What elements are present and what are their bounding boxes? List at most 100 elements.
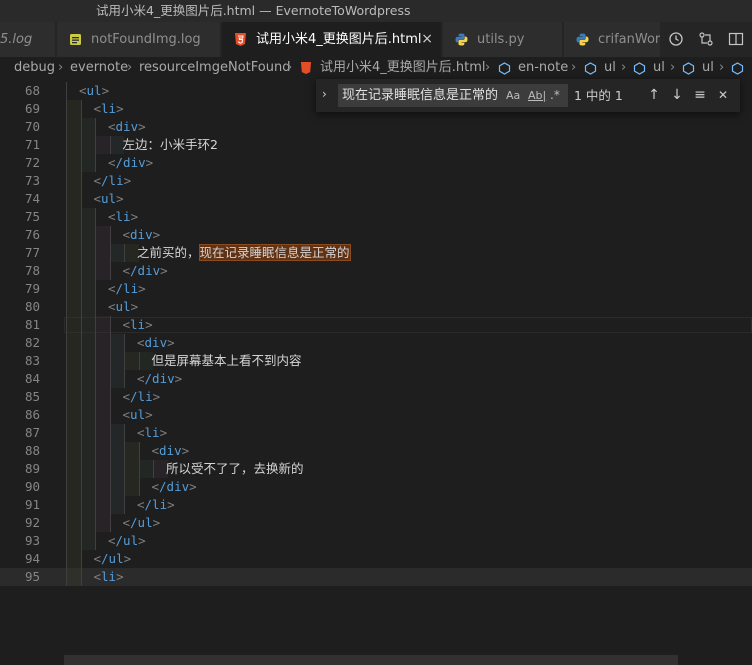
- code-line[interactable]: 77 之前买的，现在记录睡眠信息是正常的: [0, 244, 752, 262]
- code-line[interactable]: 74 <ul>: [0, 190, 752, 208]
- find-in-selection-icon[interactable]: ≡: [692, 86, 708, 104]
- code-line[interactable]: 75 <li>: [0, 208, 752, 226]
- code-content: <div>: [123, 226, 161, 244]
- indent-band: [125, 478, 139, 496]
- code-line[interactable]: 91 </li>: [0, 496, 752, 514]
- indent-band: [110, 352, 124, 370]
- code-line[interactable]: 85 </li>: [0, 388, 752, 406]
- tab-utils-py[interactable]: utils.py: [443, 22, 563, 57]
- find-input[interactable]: 现在记录睡眠信息是正常的 Aa Ab| .*: [338, 84, 568, 107]
- code-line[interactable]: 70 <div>: [0, 118, 752, 136]
- indent-band: [67, 316, 81, 334]
- indent-band: [67, 208, 81, 226]
- tag-bracket: >: [130, 209, 139, 224]
- indent-band: [67, 172, 81, 190]
- tab-5-log[interactable]: 5.log: [0, 22, 56, 57]
- breadcrumb-item-ul[interactable]: ul: [653, 57, 665, 79]
- tab-notfoundimg-log[interactable]: notFoundImg.log: [57, 22, 221, 57]
- line-number: 92: [24, 515, 40, 530]
- indent-guide: [80, 100, 82, 118]
- indent-band: [96, 460, 110, 478]
- title-bar: 试用小米4_更换图片后.html — EvernoteToWordpress: [0, 0, 752, 22]
- code-line[interactable]: 76 <div>: [0, 226, 752, 244]
- toggle-replace-icon[interactable]: ›: [322, 87, 327, 101]
- indent-band: [81, 118, 95, 136]
- tab-crifanword[interactable]: crifanWord: [564, 22, 674, 57]
- code-line[interactable]: 81 <li>: [0, 316, 752, 334]
- code-line[interactable]: 83 但是屏幕基本上看不到内容: [0, 352, 752, 370]
- breadcrumb-item-file[interactable]: 试用小米4_更换图片后.html: [320, 57, 486, 79]
- breadcrumb-item-folder[interactable]: resourceImgeNotFound: [139, 57, 290, 79]
- line-number: 77: [24, 245, 40, 260]
- code-line[interactable]: 73 </li>: [0, 172, 752, 190]
- code-content: <ul>: [94, 190, 124, 208]
- breadcrumb-item-ul[interactable]: ul: [702, 57, 714, 79]
- tag-bracket: <: [93, 551, 102, 566]
- compare-changes-icon[interactable]: [698, 31, 714, 47]
- breadcrumb-item-evernote[interactable]: evernote: [70, 57, 128, 79]
- tag-bracket: <: [79, 83, 87, 98]
- code-line[interactable]: 80 <ul>: [0, 298, 752, 316]
- indent-band: [96, 262, 110, 280]
- tag-bracket: >: [145, 155, 154, 170]
- line-number: 90: [24, 479, 40, 494]
- tag-bracket: <: [108, 119, 116, 134]
- html-tag-name: /div: [115, 155, 146, 170]
- whole-word-icon[interactable]: Ab|: [528, 84, 546, 107]
- close-find-icon[interactable]: ✕: [715, 86, 731, 104]
- indent-band: [67, 334, 81, 352]
- code-line[interactable]: 72 </div>: [0, 154, 752, 172]
- code-line[interactable]: 84 </div>: [0, 370, 752, 388]
- indent-band: [67, 118, 81, 136]
- tag-bracket: >: [152, 515, 161, 530]
- match-case-icon[interactable]: Aa: [506, 84, 520, 107]
- html-tag-name: div: [115, 119, 139, 134]
- line-number: 93: [24, 533, 40, 548]
- code-line[interactable]: 90 </div>: [0, 478, 752, 496]
- code-line[interactable]: 82 <div>: [0, 334, 752, 352]
- indent-guide: [80, 190, 82, 208]
- close-tab-icon[interactable]: ×: [421, 22, 433, 57]
- breadcrumb-item-ul[interactable]: ul: [604, 57, 616, 79]
- history-icon[interactable]: [668, 31, 684, 47]
- code-line[interactable]: 86 <ul>: [0, 406, 752, 424]
- regex-icon[interactable]: .*: [550, 84, 560, 107]
- code-content: <li>: [94, 568, 124, 586]
- code-editor[interactable]: 68 <ul> 69 <li> 70 <div> 71 左边：小米手环2 72 </div> 73 <…: [0, 82, 752, 665]
- code-line[interactable]: 94 </ul>: [0, 550, 752, 568]
- breadcrumb-item-debug[interactable]: debug: [14, 57, 55, 79]
- tag-bracket: >: [116, 569, 124, 584]
- previous-match-icon[interactable]: ↑: [646, 86, 662, 104]
- code-line[interactable]: 87 <li>: [0, 424, 752, 442]
- code-line[interactable]: 89 所以受不了了，去换新的: [0, 460, 752, 478]
- code-line[interactable]: 71 左边：小米手环2: [0, 136, 752, 154]
- code-line[interactable]: 93 </ul>: [0, 532, 752, 550]
- indent-band: [67, 460, 81, 478]
- code-content: <ul>: [123, 406, 153, 424]
- code-line[interactable]: 78 </div>: [0, 262, 752, 280]
- code-line[interactable]: 88 <div>: [0, 442, 752, 460]
- line-number: 78: [24, 263, 40, 278]
- line-number: 75: [24, 209, 40, 224]
- indent-band: [67, 370, 81, 388]
- breadcrumb-item-en-note[interactable]: en-note: [518, 57, 568, 79]
- code-line[interactable]: 92 </ul>: [0, 514, 752, 532]
- code-line[interactable]: 95 <li>: [0, 568, 752, 586]
- indent-guide: [95, 532, 96, 550]
- tab-html-file[interactable]: 试用小米4_更换图片后.html ×: [222, 22, 442, 57]
- split-editor-icon[interactable]: [728, 31, 744, 47]
- horizontal-scrollbar[interactable]: [64, 655, 678, 665]
- code-content: </li>: [94, 172, 132, 190]
- indent-band: [96, 406, 110, 424]
- html-tag-name: /ul: [130, 515, 153, 530]
- tag-bracket: <: [137, 425, 145, 440]
- code-line[interactable]: 79 </li>: [0, 280, 752, 298]
- tag-bracket: <: [93, 191, 102, 206]
- indent-band: [81, 154, 95, 172]
- next-match-icon[interactable]: ↓: [669, 86, 685, 104]
- tag-bracket: >: [152, 389, 161, 404]
- tag-bracket: <: [122, 317, 131, 332]
- indent-band: [67, 406, 81, 424]
- indent-band: [81, 514, 95, 532]
- indent-band: [81, 442, 95, 460]
